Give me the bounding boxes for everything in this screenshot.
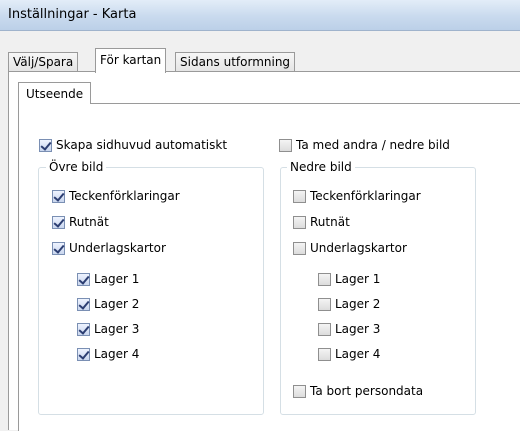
checkbox-box[interactable] xyxy=(279,138,292,152)
lower-basemaps-label: Underlagskartor xyxy=(310,241,407,255)
upper-grid-checkbox[interactable]: Rutnät xyxy=(52,215,109,229)
lower-image-legend: Nedre bild xyxy=(287,160,355,174)
lower-layer-3-checkbox[interactable]: Lager 3 xyxy=(318,322,380,336)
main-tabstrip: Välj/Spara För kartan Sidans utformning xyxy=(8,48,520,73)
checkbox-box[interactable] xyxy=(39,138,52,152)
checkbox-box[interactable] xyxy=(293,384,306,398)
checkbox-box[interactable] xyxy=(318,322,331,336)
upper-legends-checkbox[interactable]: Teckenförklaringar xyxy=(52,189,180,203)
lower-layer-3-label: Lager 3 xyxy=(335,322,381,336)
checkbox-box[interactable] xyxy=(77,297,90,311)
lower-legends-label: Teckenförklaringar xyxy=(310,189,421,203)
lower-image-group xyxy=(280,167,476,415)
checkbox-box[interactable] xyxy=(52,241,65,255)
upper-layer-2-checkbox[interactable]: Lager 2 xyxy=(77,297,139,311)
remove-personal-data-label: Ta bort persondata xyxy=(310,384,424,398)
checkbox-box[interactable] xyxy=(293,241,306,255)
upper-layer-1-checkbox[interactable]: Lager 1 xyxy=(77,272,139,286)
include-lower-checkbox[interactable]: Ta med andra / nedre bild xyxy=(279,138,450,152)
upper-layer-4-checkbox[interactable]: Lager 4 xyxy=(77,347,139,361)
upper-legends-label: Teckenförklaringar xyxy=(69,189,180,203)
checkbox-box[interactable] xyxy=(52,215,65,229)
upper-basemaps-checkbox[interactable]: Underlagskartor xyxy=(52,241,166,255)
lower-layer-4-checkbox[interactable]: Lager 4 xyxy=(318,347,380,361)
checkbox-box[interactable] xyxy=(318,347,331,361)
tab-utseende[interactable]: Utseende xyxy=(18,82,92,104)
title-bar: Inställningar - Karta xyxy=(0,0,520,31)
checkbox-box[interactable] xyxy=(293,189,306,203)
upper-layer-3-label: Lager 3 xyxy=(94,322,140,336)
lower-layer-4-label: Lager 4 xyxy=(335,347,381,361)
lower-grid-label: Rutnät xyxy=(310,215,350,229)
auto-header-checkbox[interactable]: Skapa sidhuvud automatiskt xyxy=(39,138,227,152)
auto-header-label: Skapa sidhuvud automatiskt xyxy=(56,138,228,152)
lower-layer-1-checkbox[interactable]: Lager 1 xyxy=(318,272,380,286)
upper-layer-3-checkbox[interactable]: Lager 3 xyxy=(77,322,139,336)
upper-basemaps-label: Underlagskartor xyxy=(69,241,166,255)
include-lower-label: Ta med andra / nedre bild xyxy=(296,138,450,152)
lower-grid-checkbox[interactable]: Rutnät xyxy=(293,215,350,229)
window-title: Inställningar - Karta xyxy=(8,7,137,22)
upper-image-group xyxy=(38,167,264,415)
upper-layer-1-label: Lager 1 xyxy=(94,272,140,286)
upper-layer-4-label: Lager 4 xyxy=(94,347,140,361)
checkbox-box[interactable] xyxy=(77,322,90,336)
checkbox-box[interactable] xyxy=(318,297,331,311)
tab-sidans-utformning[interactable]: Sidans utformning xyxy=(175,52,296,72)
checkbox-box[interactable] xyxy=(52,189,65,203)
upper-image-legend: Övre bild xyxy=(46,160,107,174)
checkbox-box[interactable] xyxy=(293,215,306,229)
lower-layer-1-label: Lager 1 xyxy=(335,272,381,286)
lower-basemaps-checkbox[interactable]: Underlagskartor xyxy=(293,241,407,255)
lower-layer-2-checkbox[interactable]: Lager 2 xyxy=(318,297,380,311)
checkbox-box[interactable] xyxy=(77,272,90,286)
remove-personal-data-checkbox[interactable]: Ta bort persondata xyxy=(293,384,423,398)
lower-legends-checkbox[interactable]: Teckenförklaringar xyxy=(293,189,421,203)
checkbox-box[interactable] xyxy=(77,347,90,361)
tab-valj-spara[interactable]: Välj/Spara xyxy=(8,52,79,72)
tab-for-kartan[interactable]: För kartan xyxy=(95,48,167,73)
lower-layer-2-label: Lager 2 xyxy=(335,297,381,311)
upper-grid-label: Rutnät xyxy=(69,215,109,229)
checkbox-box[interactable] xyxy=(318,272,331,286)
upper-layer-2-label: Lager 2 xyxy=(94,297,140,311)
